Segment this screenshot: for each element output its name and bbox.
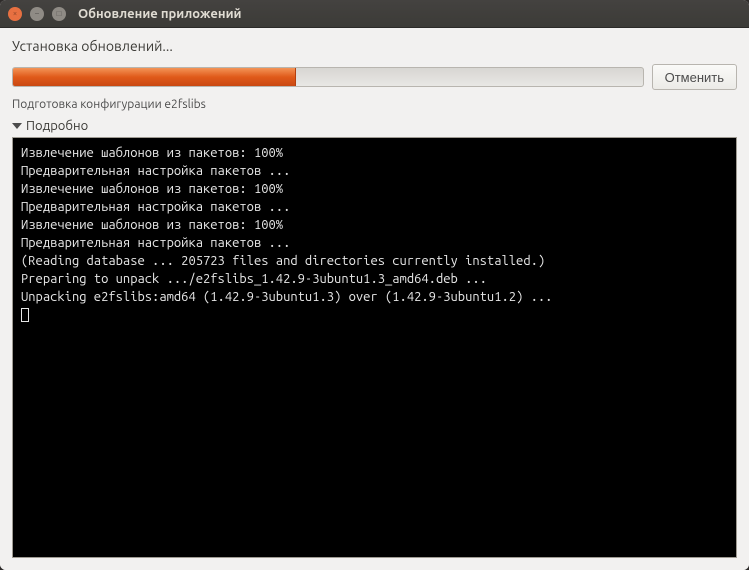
window-title: Обновление приложений xyxy=(78,7,242,21)
terminal-line: Извлечение шаблонов из пакетов: 100% xyxy=(21,216,728,234)
details-toggle-label: Подробно xyxy=(26,119,88,133)
terminal-line: Извлечение шаблонов из пакетов: 100% xyxy=(21,180,728,198)
status-text: Подготовка конфигурации e2fslibs xyxy=(12,98,737,111)
content-area: Установка обновлений... Отменить Подгото… xyxy=(0,28,749,570)
titlebar: × – □ Обновление приложений xyxy=(0,0,749,28)
close-icon[interactable]: × xyxy=(8,7,22,21)
details-toggle[interactable]: Подробно xyxy=(12,119,737,133)
cancel-button[interactable]: Отменить xyxy=(652,64,737,90)
progress-bar xyxy=(12,67,644,87)
progress-fill xyxy=(13,68,296,86)
terminal-output[interactable]: Извлечение шаблонов из пакетов: 100%Пред… xyxy=(12,137,737,558)
terminal-line: (Reading database ... 205723 files and d… xyxy=(21,252,728,270)
progress-row: Отменить xyxy=(12,64,737,90)
terminal-line: Извлечение шаблонов из пакетов: 100% xyxy=(21,144,728,162)
terminal-line: Preparing to unpack .../e2fslibs_1.42.9-… xyxy=(21,270,728,288)
minimize-icon[interactable]: – xyxy=(30,7,44,21)
update-window: × – □ Обновление приложений Установка об… xyxy=(0,0,749,570)
terminal-line: Предварительная настройка пакетов ... xyxy=(21,234,728,252)
progress-heading: Установка обновлений... xyxy=(12,38,737,54)
terminal-line: Предварительная настройка пакетов ... xyxy=(21,162,728,180)
terminal-line: Предварительная настройка пакетов ... xyxy=(21,198,728,216)
maximize-icon[interactable]: □ xyxy=(52,7,66,21)
cursor-icon xyxy=(21,308,29,322)
chevron-down-icon xyxy=(12,123,22,129)
terminal-line: Unpacking e2fslibs:amd64 (1.42.9-3ubuntu… xyxy=(21,288,728,306)
